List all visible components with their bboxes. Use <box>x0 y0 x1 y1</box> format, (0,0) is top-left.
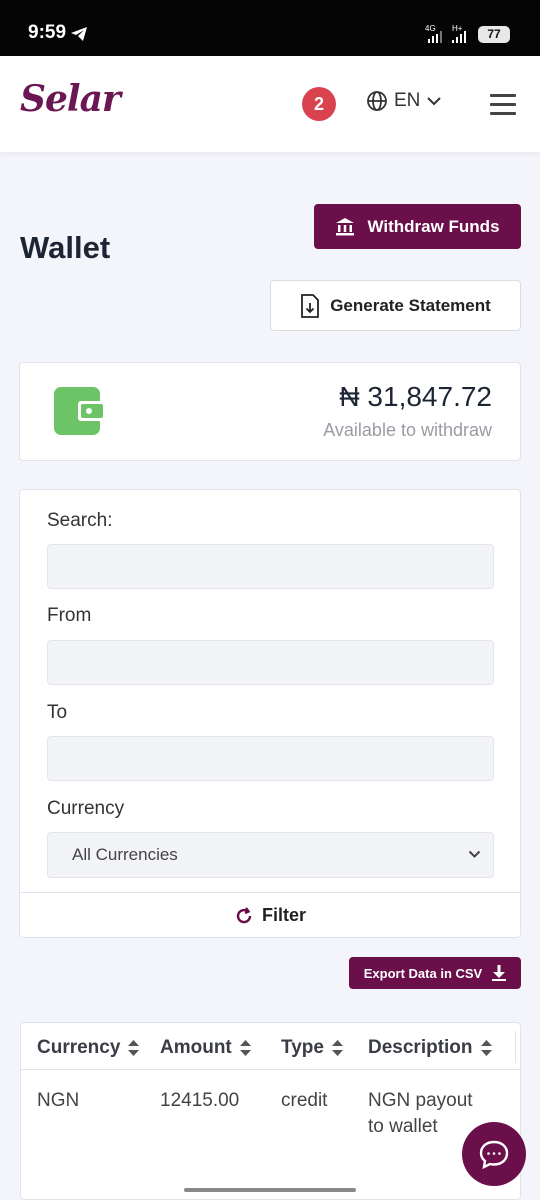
sort-icon <box>331 1040 343 1056</box>
header-description-label: Description <box>368 1037 473 1058</box>
selar-logo[interactable]: Selar <box>20 78 121 120</box>
signal-icon <box>428 31 442 43</box>
withdraw-funds-label: Withdraw Funds <box>367 216 500 236</box>
cell-type: credit <box>281 1090 328 1111</box>
from-label: From <box>47 605 92 626</box>
filter-label: Filter <box>261 905 306 925</box>
table-header: Currency Amount Type Description <box>21 1023 520 1070</box>
currency-label: Currency <box>47 798 125 819</box>
header-amount[interactable]: Amount <box>160 1037 251 1059</box>
sort-icon <box>239 1040 251 1056</box>
file-download-icon <box>301 293 320 318</box>
refresh-icon <box>236 906 252 923</box>
cell-amount: 12415.00 <box>160 1090 240 1111</box>
home-indicator <box>184 1188 356 1192</box>
sort-icon <box>128 1040 140 1056</box>
notification-badge[interactable]: 2 <box>302 87 336 121</box>
sort-icon <box>480 1040 492 1056</box>
cell-description-line1: NGN payout <box>368 1090 473 1111</box>
withdraw-funds-button[interactable]: Withdraw Funds <box>314 204 521 249</box>
to-date-input[interactable] <box>47 736 494 781</box>
currency-select-value: All Currencies <box>72 845 178 864</box>
language-selector[interactable]: EN <box>366 90 442 112</box>
cell-description-line2: to wallet <box>368 1116 438 1137</box>
header-currency[interactable]: Currency <box>37 1037 140 1059</box>
hamburger-menu-icon[interactable] <box>490 94 516 121</box>
globe-icon <box>367 91 387 111</box>
filter-button[interactable]: Filter <box>20 892 520 938</box>
currency-select[interactable]: All Currencies <box>47 832 494 878</box>
download-icon <box>492 965 507 981</box>
balance-label: Available to withdraw <box>323 420 492 440</box>
telegram-icon <box>71 27 87 41</box>
generate-statement-button[interactable]: Generate Statement <box>270 280 521 331</box>
export-csv-button[interactable]: Export Data in CSV <box>349 957 521 989</box>
balance-card: ₦ 31,847.72 Available to withdraw <box>19 362 521 461</box>
language-label: EN <box>394 90 421 111</box>
chevron-down-icon <box>427 97 442 106</box>
cell-currency: NGN <box>37 1090 80 1111</box>
chat-bubble-icon <box>479 1140 509 1169</box>
filter-card: Search: From To Currency All Currencies … <box>19 489 521 938</box>
page-title: Wallet <box>20 230 111 265</box>
signal-icon-2 <box>452 31 466 43</box>
wallet-icon <box>54 387 106 435</box>
generate-statement-label: Generate Statement <box>330 295 491 315</box>
column-divider <box>515 1031 516 1063</box>
header-description[interactable]: Description <box>368 1037 492 1059</box>
header-currency-label: Currency <box>37 1037 121 1058</box>
balance-amount: ₦ 31,847.72 <box>339 381 492 412</box>
top-navbar: Selar 2 EN <box>0 56 540 152</box>
status-time: 9:59 <box>28 22 67 43</box>
battery-indicator: 77 <box>478 26 510 43</box>
transactions-table[interactable]: Currency Amount Type Description NGN 124… <box>20 1022 521 1200</box>
header-type[interactable]: Type <box>281 1037 343 1059</box>
to-label: To <box>47 702 68 723</box>
status-bar: 9:59 4G H+ 77 <box>0 0 540 56</box>
chevron-down-icon <box>468 850 481 858</box>
header-amount-label: Amount <box>160 1037 232 1058</box>
bank-icon <box>336 217 355 235</box>
chat-button[interactable] <box>462 1122 526 1186</box>
export-csv-label: Export Data in CSV <box>363 965 483 981</box>
battery-level: 77 <box>487 27 501 41</box>
from-date-input[interactable] <box>47 640 494 685</box>
search-label: Search: <box>47 510 113 531</box>
search-input[interactable] <box>47 544 494 589</box>
header-type-label: Type <box>281 1037 324 1058</box>
